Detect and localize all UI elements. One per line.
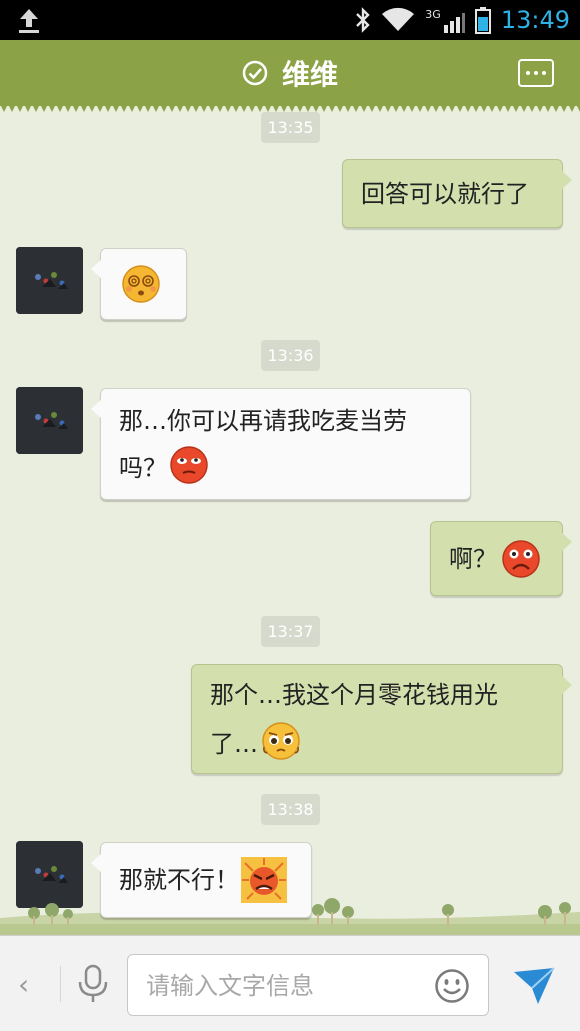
outgoing-message[interactable]: 啊？	[430, 521, 572, 596]
smiley-icon[interactable]	[434, 968, 470, 1004]
message-input-box[interactable]	[127, 954, 489, 1016]
incoming-message[interactable]: 那…你可以再请我吃麦当劳 吗？	[91, 388, 471, 500]
timestamp: 13:35	[261, 112, 320, 143]
message-text-line: 那…你可以再请我吃麦当劳	[119, 407, 407, 435]
microphone-icon[interactable]	[76, 964, 110, 1004]
message-input[interactable]	[146, 969, 416, 1003]
send-icon[interactable]	[512, 964, 556, 1006]
chat-header: 维维	[0, 40, 580, 112]
signal-icon	[443, 13, 465, 33]
avatar-image	[16, 247, 83, 314]
incoming-message[interactable]: 那就不行！	[91, 842, 312, 918]
more-options-button[interactable]	[518, 59, 554, 87]
contact-avatar[interactable]	[16, 387, 83, 454]
battery-icon	[474, 7, 491, 34]
shocked-face-icon	[502, 539, 540, 578]
timestamp: 13:36	[261, 340, 320, 371]
outgoing-message[interactable]: 那个…我这个月零花钱用光 了…	[191, 664, 572, 774]
upload-icon	[19, 9, 39, 33]
dizzy-face-icon	[122, 265, 160, 303]
bluetooth-icon	[356, 7, 370, 33]
angry-face-icon	[241, 857, 287, 903]
message-text-line: 那个…我这个月零花钱用光	[210, 681, 498, 709]
outgoing-message[interactable]: 回答可以就行了	[342, 159, 572, 228]
status-time: 13:49	[500, 6, 570, 34]
message-text-line: 吗？	[119, 453, 167, 482]
message-text: 回答可以就行了	[361, 179, 529, 208]
contact-avatar[interactable]	[16, 247, 83, 314]
contact-name: 维维	[281, 58, 338, 91]
pleading-face-icon	[262, 722, 300, 760]
message-text: 啊？	[449, 544, 497, 573]
status-bar: 3G 13:49	[0, 0, 580, 40]
message-text-line: 了…	[210, 729, 258, 758]
wifi-icon	[382, 7, 415, 31]
more-dots-icon	[526, 71, 530, 75]
input-bar: ‹	[0, 935, 580, 1031]
incoming-message[interactable]	[91, 248, 187, 320]
divider	[60, 966, 61, 1002]
timestamp: 13:37	[261, 616, 320, 647]
verified-check-icon	[242, 60, 268, 86]
avatar-image	[16, 387, 83, 454]
timestamp: 13:38	[261, 794, 320, 825]
rolling-eyes-face-icon	[170, 446, 208, 484]
message-text: 那就不行！	[119, 866, 239, 894]
collapse-arrow-icon[interactable]: ‹	[18, 968, 29, 1001]
network-indicator: 3G	[425, 7, 465, 33]
